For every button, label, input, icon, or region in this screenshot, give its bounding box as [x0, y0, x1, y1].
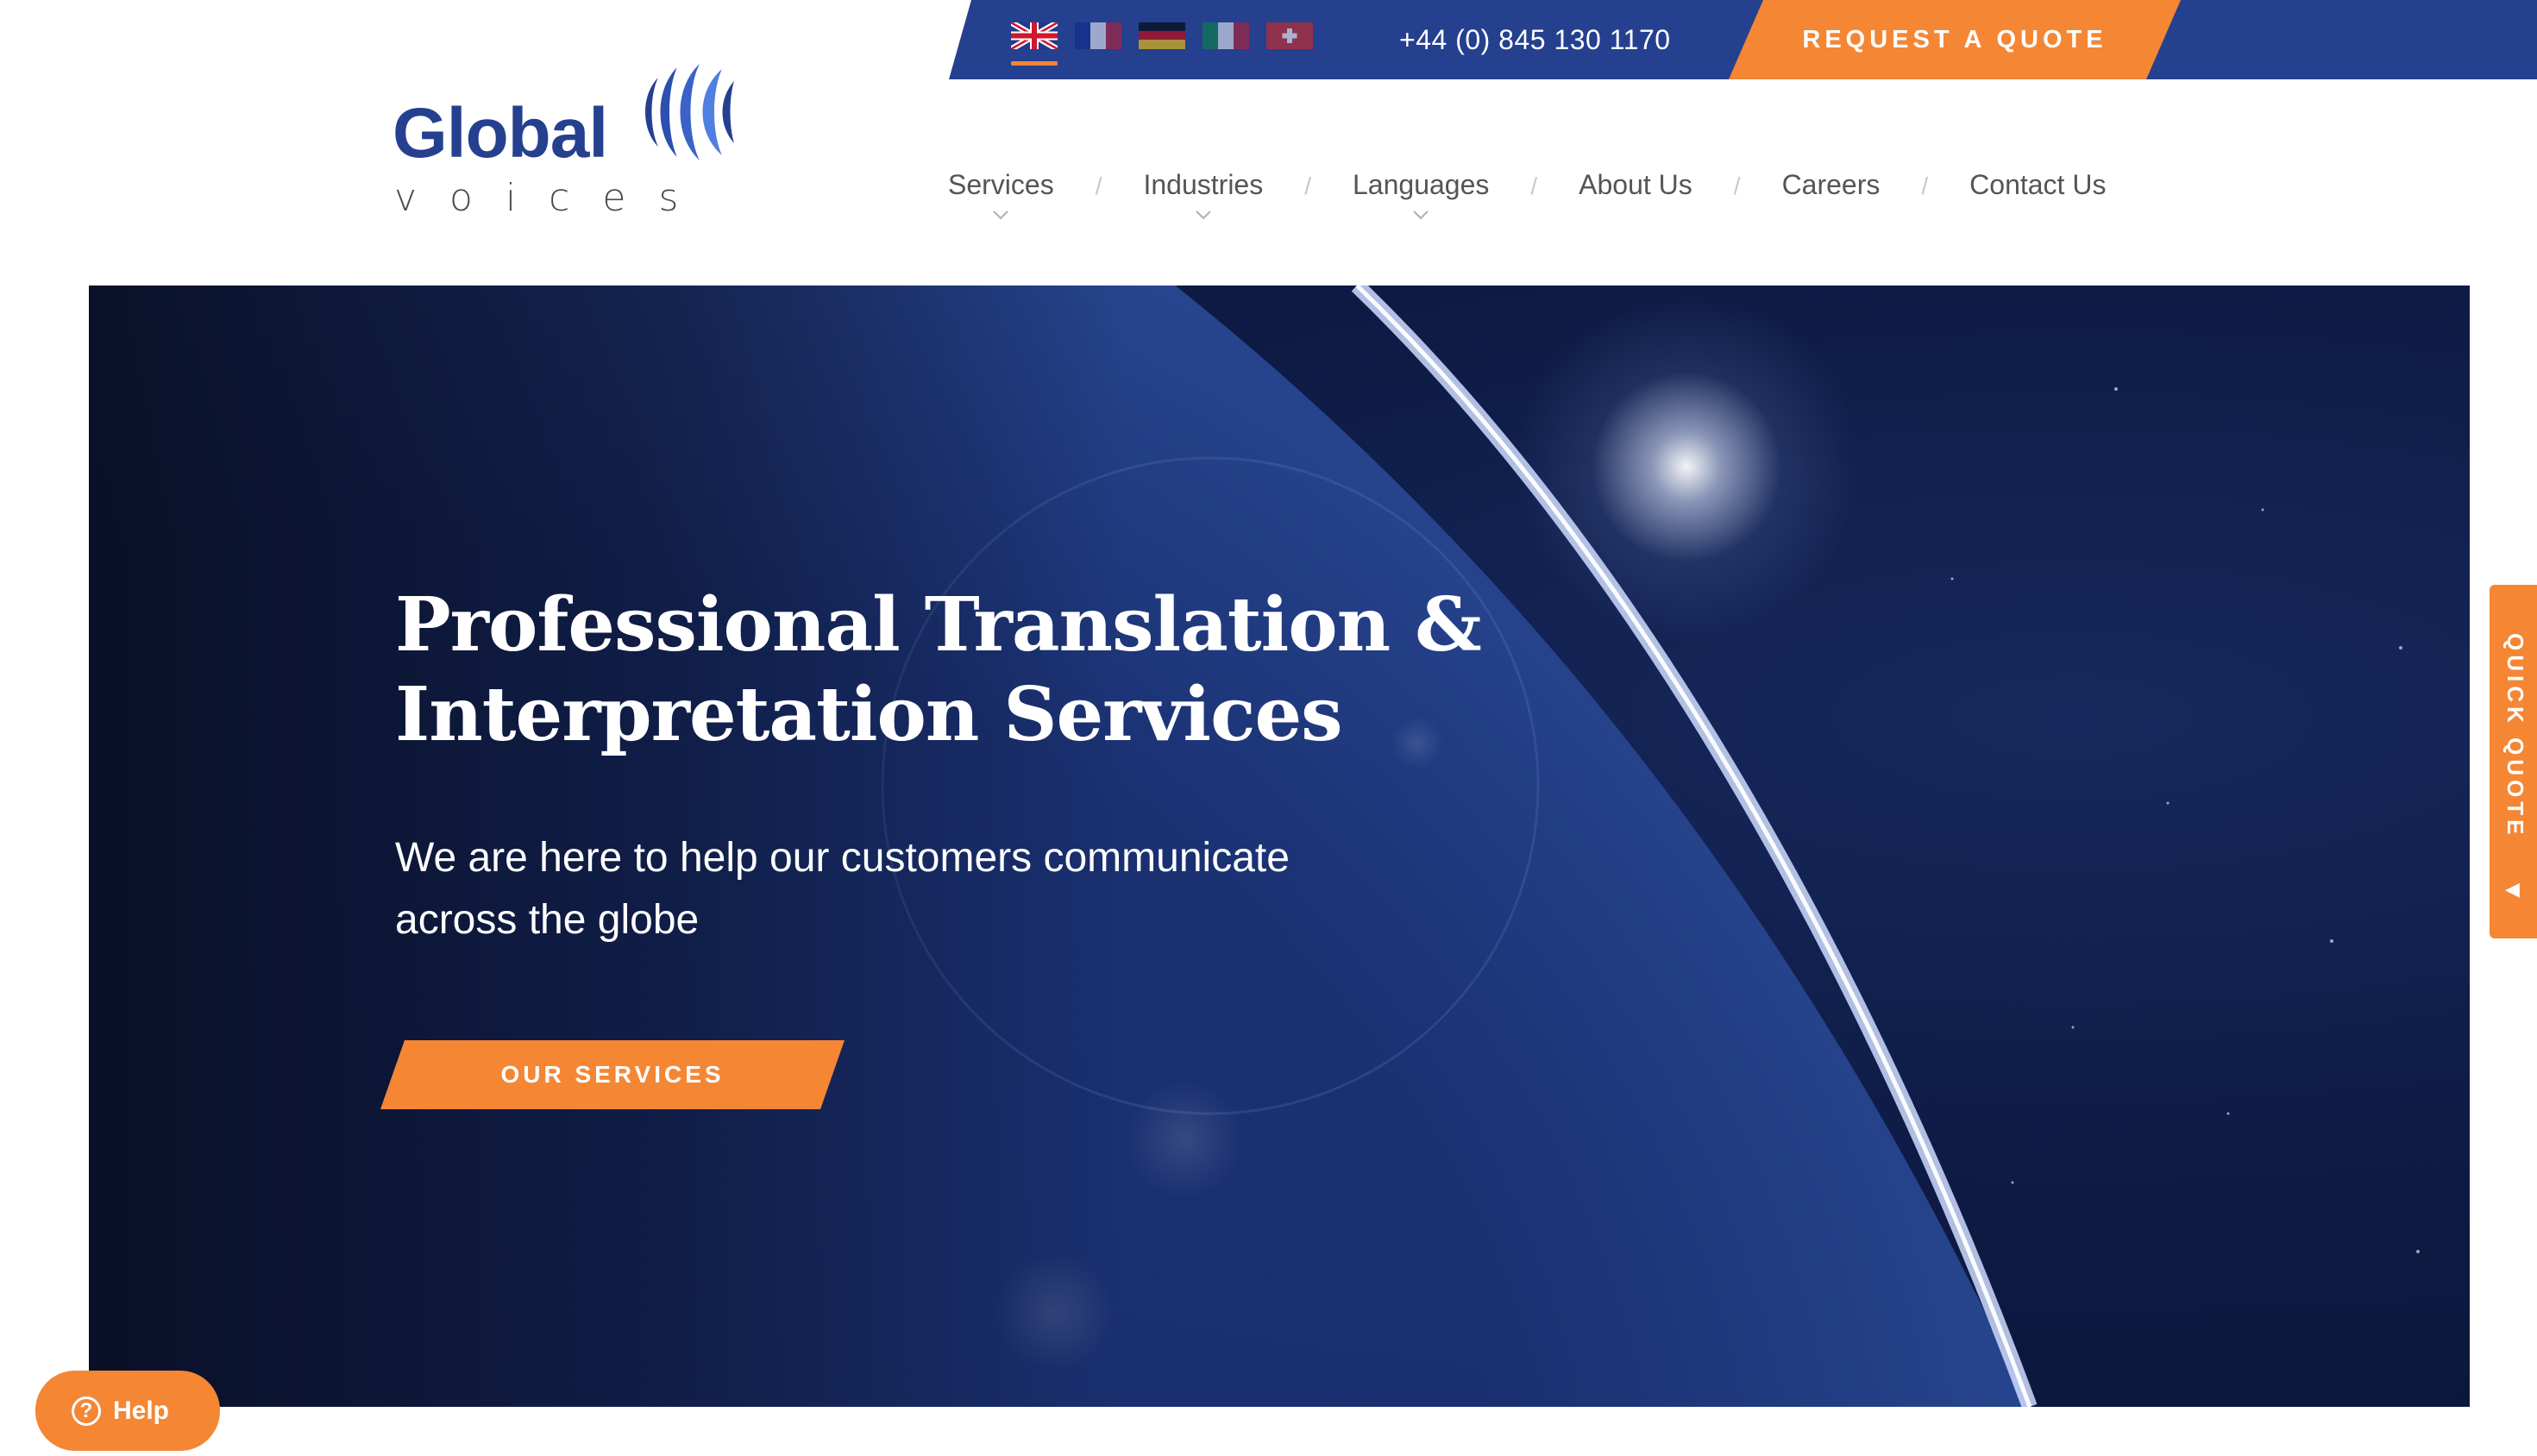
- italy-flag-icon[interactable]: [1203, 22, 1249, 49]
- arrow-left-icon: ◀: [2505, 878, 2520, 900]
- chevron-down-icon: [1413, 210, 1429, 220]
- hero-title-line: Interpretation Services: [395, 671, 1343, 758]
- france-flag-icon[interactable]: [1075, 22, 1121, 49]
- quick-quote-tab[interactable]: QUICK QUOTE ◀: [2490, 585, 2537, 938]
- nav-item-about-us[interactable]: About Us: [1579, 169, 1692, 201]
- nav-separator: /: [1095, 173, 1102, 199]
- nav-separator: /: [1921, 173, 1929, 199]
- chevron-down-icon: [993, 210, 1009, 220]
- hero-title-line: Professional Translation &: [395, 581, 1482, 668]
- nav-label: Languages: [1353, 169, 1490, 200]
- nav-separator: /: [1733, 173, 1741, 199]
- nav-label: Careers: [1781, 169, 1881, 200]
- hero-title: Professional Translation & Interpretatio…: [395, 581, 1517, 760]
- hero-subtitle: We are here to help our customers commun…: [395, 827, 1430, 951]
- quick-quote-label: QUICK QUOTE: [2502, 633, 2528, 839]
- nav-item-careers[interactable]: Careers: [1782, 169, 1881, 201]
- hero-banner: Professional Translation & Interpretatio…: [89, 286, 2470, 1407]
- uk-flag-icon[interactable]: [1011, 22, 1058, 49]
- help-icon: ?: [72, 1396, 101, 1426]
- chevron-down-icon: [1196, 210, 1211, 220]
- logo-wordmark-global: Global: [392, 94, 608, 173]
- active-language-indicator: [1011, 61, 1058, 66]
- nav-item-languages[interactable]: Languages: [1353, 169, 1489, 220]
- nav-label: About Us: [1579, 169, 1692, 200]
- hero-subtitle-line: We are here to help our customers commun…: [395, 835, 1290, 881]
- germany-flag-icon[interactable]: [1139, 22, 1185, 49]
- main-navigation: Services / Industries / Languages / Abou…: [948, 169, 2106, 220]
- nav-item-services[interactable]: Services: [948, 169, 1054, 220]
- request-quote-button[interactable]: REQUEST A QUOTE: [1729, 0, 2181, 79]
- hero-subtitle-line: across the globe: [395, 897, 700, 943]
- help-button[interactable]: ? Help: [35, 1371, 220, 1451]
- our-services-button[interactable]: OUR SERVICES: [380, 1040, 845, 1109]
- logo-wave-icon: [645, 64, 734, 160]
- nav-separator: /: [1304, 173, 1311, 199]
- nav-label: Services: [948, 169, 1054, 200]
- nav-label: Industries: [1143, 169, 1264, 200]
- language-flags: [1011, 22, 1313, 49]
- switzerland-flag-icon[interactable]: [1266, 22, 1313, 49]
- nav-item-industries[interactable]: Industries: [1143, 169, 1263, 220]
- logo-wordmark-voices: voices: [394, 176, 712, 220]
- global-voices-logo[interactable]: Global voices: [392, 60, 755, 224]
- nav-item-contact-us[interactable]: Contact Us: [1969, 169, 2106, 201]
- nav-label: Contact Us: [1969, 169, 2107, 200]
- phone-number[interactable]: +44 (0) 845 130 1170: [1399, 24, 1671, 56]
- help-label: Help: [113, 1396, 170, 1425]
- nav-separator: /: [1530, 173, 1538, 199]
